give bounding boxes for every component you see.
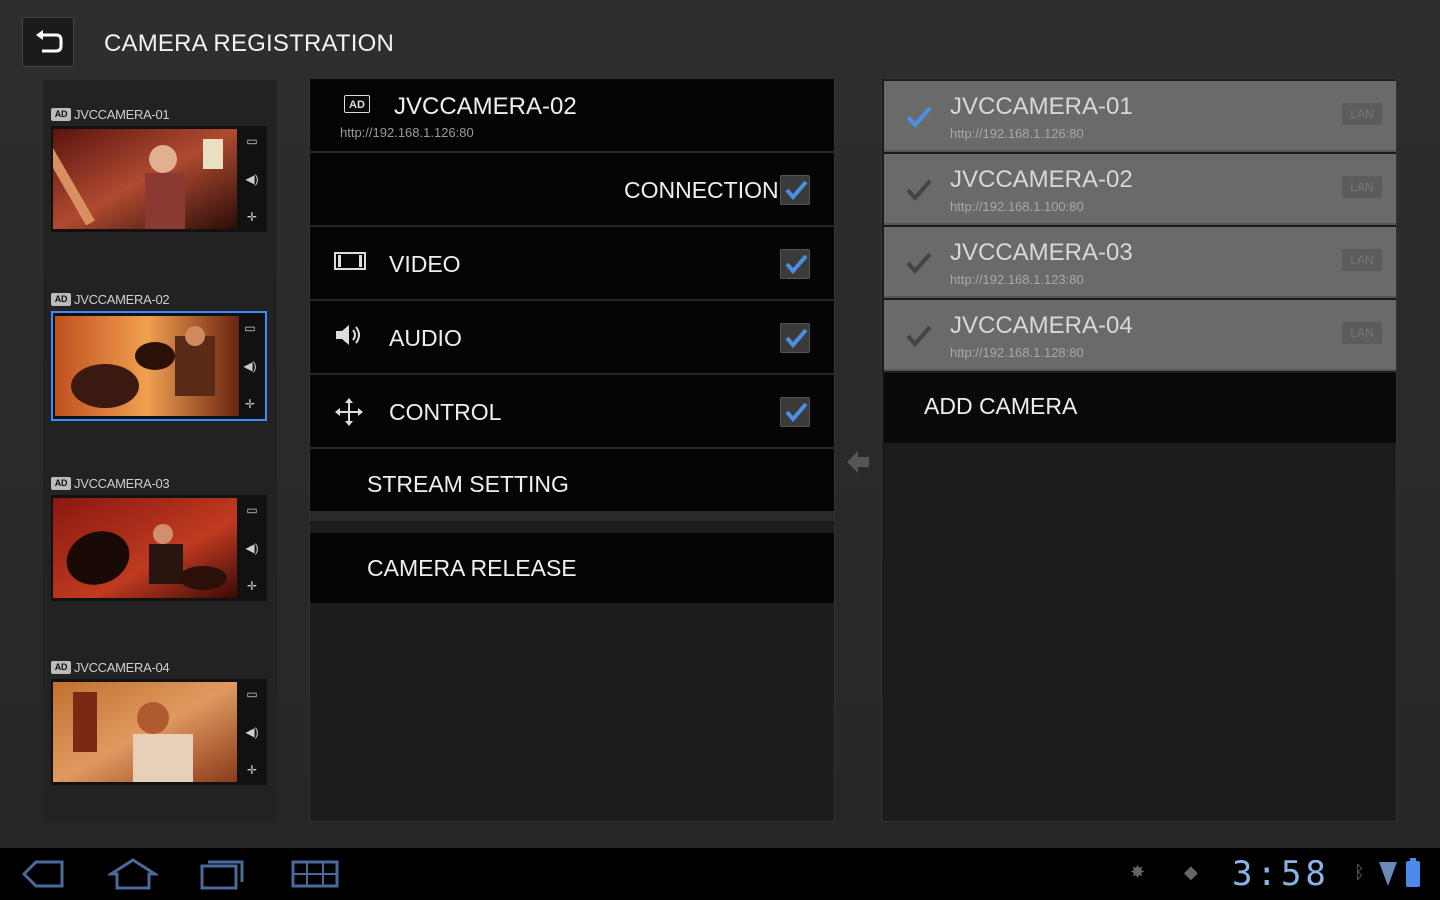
film-icon: ▭ [244,321,256,335]
camera-release-button[interactable]: CAMERA RELEASE [310,533,834,603]
camera-preview-image [53,498,237,598]
camera-list-url: http://192.168.1.123:80 [950,272,1084,287]
thumbnail-frame[interactable]: ▭ ◀) ✛ [51,126,267,232]
nav-back-icon[interactable] [20,856,66,892]
control-label: CONTROL [389,399,502,425]
thumbnail-controls: ▭ ◀) ✛ [241,130,263,228]
lan-badge: LAN [1342,103,1382,125]
ad-badge: AD [51,660,71,674]
camera-list-item[interactable]: JVCCAMERA-02 http://192.168.1.100:80 LAN [884,154,1396,225]
film-icon: ▭ [246,134,258,148]
thumbnail-controls: ▭ ◀) ✛ [241,683,263,781]
checkmark-icon [906,325,932,348]
speaker-icon: ◀) [243,359,257,373]
connection-row[interactable]: CONNECTION [310,153,834,227]
add-camera-button[interactable]: ADD CAMERA [884,373,1396,443]
page-title: CAMERA REGISTRATION [104,30,395,57]
film-icon: ▭ [246,503,258,517]
camera-url: http://192.168.1.126:80 [340,125,474,140]
camera-list-item[interactable]: JVCCAMERA-03 http://192.168.1.123:80 LAN [884,227,1396,298]
speaker-icon: ◀) [245,172,259,186]
thumbnail-frame[interactable]: ▭ ◀) ✛ [51,495,267,601]
camera-list-name: JVCCAMERA-02 [950,166,1133,193]
system-navigation-bar: ✸ ◆ 3:58 ᛒ [0,848,1440,900]
bluetooth-icon: ᛒ [1354,862,1365,882]
nav-recent-apps-icon[interactable] [198,856,246,892]
ad-badge: AD [51,107,71,121]
left-arrow-icon [847,451,869,473]
lan-badge: LAN [1342,249,1382,271]
film-icon [334,252,366,270]
checkmark-icon [785,180,808,201]
speaker-icon [336,325,360,345]
ad-badge: AD [51,476,71,490]
video-label: VIDEO [389,251,461,277]
checkmark-icon [906,106,932,129]
audio-row[interactable]: AUDIO [310,301,834,375]
video-row[interactable]: VIDEO [310,227,834,301]
battery-icon [1406,858,1420,887]
thumbnail-frame-selected[interactable]: ▭ ◀) ✛ [51,311,267,421]
checkmark-icon [906,179,932,202]
control-checkbox[interactable] [780,397,810,427]
thumbnail-label: AD JVCCAMERA-04 [51,659,170,675]
ad-badge: AD [51,292,71,306]
move-arrows-icon: ✛ [246,210,258,224]
ad-badge: AD [344,95,370,113]
connection-checkbox[interactable] [780,175,810,205]
usb-debug-icon: ✸ [1130,862,1146,882]
audio-checkbox[interactable] [780,323,810,353]
audio-label: AUDIO [389,325,462,351]
checkmark-icon [785,328,808,349]
camera-list-url: http://192.168.1.100:80 [950,199,1084,214]
camera-list-item[interactable]: JVCCAMERA-04 http://192.168.1.128:80 LAN [884,300,1396,371]
system-clock[interactable]: 3:58 [1232,854,1330,894]
camera-preview-image [53,682,237,782]
speaker-icon: ◀) [245,541,259,555]
camera-list-url: http://192.168.1.126:80 [950,126,1084,141]
add-camera-label: ADD CAMERA [924,393,1078,419]
camera-list-item[interactable]: JVCCAMERA-01 http://192.168.1.126:80 LAN [884,81,1396,152]
speaker-icon: ◀) [245,725,259,739]
checkmark-icon [785,402,808,423]
move-arrows-icon [335,398,363,426]
checkmark-icon [906,252,932,275]
wifi-signal-icon [1379,862,1397,886]
thumbnail-label: AD JVCCAMERA-03 [51,475,170,491]
video-checkbox[interactable] [780,249,810,279]
thumbnail-frame[interactable]: ▭ ◀) ✛ [51,679,267,785]
back-button[interactable] [22,17,74,67]
sync-icon: ◆ [1184,862,1198,882]
camera-settings-panel: AD JVCCAMERA-02 http://192.168.1.126:80 … [309,78,835,822]
camera-preview-image [55,316,239,416]
camera-thumbnail-list: AD JVCCAMERA-01 ▭ ◀) ✛ AD JVCCAMERA-02 ▭… [43,80,277,822]
lan-badge: LAN [1342,322,1382,344]
move-arrows-icon: ✛ [246,763,258,777]
nav-home-icon[interactable] [108,856,158,892]
stream-setting-button[interactable]: STREAM SETTING [310,449,834,521]
film-icon: ▭ [246,687,258,701]
camera-name: JVCCAMERA-02 [394,93,577,120]
lan-badge: LAN [1342,176,1382,198]
connection-label: CONNECTION [624,177,779,203]
camera-list-name: JVCCAMERA-04 [950,312,1133,339]
move-arrows-icon: ✛ [244,397,256,411]
camera-list-name: JVCCAMERA-01 [950,93,1133,120]
nav-menu-icon[interactable] [290,856,340,892]
stream-setting-label: STREAM SETTING [367,471,569,497]
thumbnail-label: AD JVCCAMERA-02 [51,291,170,307]
camera-list-url: http://192.168.1.128:80 [950,345,1084,360]
thumbnail-controls: ▭ ◀) ✛ [239,317,261,415]
move-arrows-icon: ✛ [246,579,258,593]
camera-preview-image [53,129,237,229]
back-arrow-icon [36,30,63,53]
camera-list-panel: JVCCAMERA-01 http://192.168.1.126:80 LAN… [881,78,1397,822]
thumbnail-controls: ▭ ◀) ✛ [241,499,263,597]
control-row[interactable]: CONTROL [310,375,834,449]
checkmark-icon [785,254,808,275]
thumbnail-label: AD JVCCAMERA-01 [51,106,170,122]
camera-list-name: JVCCAMERA-03 [950,239,1133,266]
camera-release-label: CAMERA RELEASE [367,555,577,581]
selected-camera-header: AD JVCCAMERA-02 http://192.168.1.126:80 [310,79,834,153]
